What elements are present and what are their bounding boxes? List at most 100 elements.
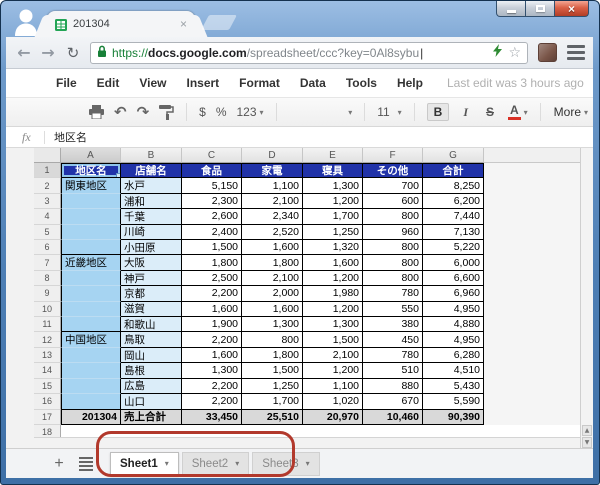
cell-value[interactable]: 1,200 <box>303 194 363 209</box>
cell-region[interactable] <box>61 302 121 317</box>
cell-value[interactable]: 2,100 <box>242 271 303 286</box>
column-header-D[interactable]: D <box>242 148 303 163</box>
minimize-button[interactable] <box>496 1 526 17</box>
cell-store[interactable]: 山口 <box>121 394 182 409</box>
scroll-down-icon[interactable]: ▼ <box>582 437 592 448</box>
italic-button[interactable]: I <box>459 105 472 120</box>
back-icon[interactable]: ← <box>12 43 36 62</box>
cell-value[interactable]: 1,200 <box>303 363 363 378</box>
cell-value[interactable]: 1,300 <box>303 178 363 193</box>
cell-value[interactable]: 1,600 <box>182 348 242 363</box>
menu-view[interactable]: View <box>139 76 166 90</box>
menu-insert[interactable]: Insert <box>186 76 219 90</box>
cell-value[interactable]: 2,300 <box>182 194 242 209</box>
cell-value[interactable]: 1,500 <box>303 332 363 347</box>
cell-value[interactable]: 1,600 <box>303 255 363 270</box>
cell-value[interactable]: 1,500 <box>242 363 303 378</box>
extension-icon[interactable] <box>538 43 557 62</box>
cell-value[interactable]: 5,220 <box>423 240 484 255</box>
cell-value[interactable]: 1,300 <box>303 317 363 332</box>
row-header-7[interactable]: 7 <box>34 255 61 270</box>
sheet-tab-sheet3[interactable]: Sheet3▾ <box>252 452 319 476</box>
add-sheet-button[interactable]: + <box>49 455 69 473</box>
cell-value[interactable]: 7,130 <box>423 225 484 240</box>
cell-value[interactable]: 1,800 <box>242 348 303 363</box>
browser-menu-icon[interactable] <box>567 45 585 60</box>
cell-value[interactable]: 800 <box>363 240 423 255</box>
cell-value[interactable]: 780 <box>363 348 423 363</box>
cell-region[interactable] <box>61 379 121 394</box>
cell-value[interactable]: 800 <box>242 332 303 347</box>
cell-value[interactable]: 800 <box>363 209 423 224</box>
chevron-down-icon[interactable]: ▾ <box>306 459 310 468</box>
cell-value[interactable]: 800 <box>363 255 423 270</box>
cell-total-label[interactable]: 売上合計 <box>121 410 182 425</box>
cell-value[interactable]: 1,300 <box>242 317 303 332</box>
menu-file[interactable]: File <box>56 76 77 90</box>
cell-value[interactable]: 2,200 <box>182 286 242 301</box>
refresh-icon[interactable]: ↻ <box>60 44 86 62</box>
cell-value[interactable]: 6,280 <box>423 348 484 363</box>
cell-value[interactable]: 550 <box>363 302 423 317</box>
percent-format-button[interactable]: % <box>216 105 227 119</box>
cell-value[interactable]: 6,000 <box>423 255 484 270</box>
selection-fill-handle[interactable] <box>116 173 121 178</box>
cell-value[interactable]: 1,900 <box>182 317 242 332</box>
address-bar[interactable]: https://docs.google.com/spreadsheet/ccc?… <box>90 42 528 64</box>
row-header-13[interactable]: 13 <box>34 348 61 363</box>
cell-value[interactable]: 1,600 <box>242 240 303 255</box>
sheet-list-icon[interactable] <box>79 457 93 471</box>
chevron-down-icon[interactable]: ▾ <box>165 459 169 468</box>
bookmark-star-icon[interactable]: ☆ <box>508 45 521 61</box>
cell-value[interactable]: 1,200 <box>303 302 363 317</box>
cell-value[interactable]: 670 <box>363 394 423 409</box>
cell-store[interactable]: 京都 <box>121 286 182 301</box>
cell-header-家電[interactable]: 家電 <box>242 163 303 178</box>
row-header-17[interactable]: 17 <box>34 410 61 425</box>
cell-total-value[interactable]: 10,460 <box>363 410 423 425</box>
cell-value[interactable]: 2,100 <box>242 194 303 209</box>
cell-header-店舗名[interactable]: 店舗名 <box>121 163 182 178</box>
row-header-11[interactable]: 11 <box>34 317 61 332</box>
cell-region[interactable] <box>61 317 121 332</box>
cell-region[interactable] <box>61 286 121 301</box>
cell-region[interactable]: 近畿地区 <box>61 255 121 270</box>
redo-icon[interactable]: ↷ <box>137 103 150 121</box>
cell-header-その他[interactable]: その他 <box>363 163 423 178</box>
sheet-tab-sheet1[interactable]: Sheet1▾ <box>110 452 179 476</box>
row-header-15[interactable]: 15 <box>34 379 61 394</box>
cell-region[interactable] <box>61 271 121 286</box>
cell-value[interactable]: 2,100 <box>303 348 363 363</box>
paint-format-icon[interactable] <box>159 105 174 120</box>
cell-value[interactable]: 2,200 <box>182 332 242 347</box>
cell-store[interactable]: 和歌山 <box>121 317 182 332</box>
cell-value[interactable]: 2,200 <box>182 379 242 394</box>
row-header-4[interactable]: 4 <box>34 209 61 224</box>
cell-value[interactable]: 2,520 <box>242 225 303 240</box>
cell-value[interactable]: 2,340 <box>242 209 303 224</box>
row-header-6[interactable]: 6 <box>34 240 61 255</box>
cell-value[interactable]: 1,700 <box>242 394 303 409</box>
cell-store[interactable]: 広島 <box>121 379 182 394</box>
cell-value[interactable]: 510 <box>363 363 423 378</box>
menu-format[interactable]: Format <box>239 76 280 90</box>
cell-value[interactable]: 2,500 <box>182 271 242 286</box>
cell-store[interactable]: 岡山 <box>121 348 182 363</box>
cell-value[interactable]: 6,960 <box>423 286 484 301</box>
column-header-C[interactable]: C <box>182 148 242 163</box>
cell-header-合計[interactable]: 合計 <box>423 163 484 178</box>
scroll-up-icon[interactable]: ▲ <box>582 425 592 436</box>
cell-store[interactable]: 小田原 <box>121 240 182 255</box>
row-header-8[interactable]: 8 <box>34 271 61 286</box>
cell-value[interactable]: 1,500 <box>182 240 242 255</box>
cell-value[interactable]: 450 <box>363 332 423 347</box>
row-header-9[interactable]: 9 <box>34 286 61 301</box>
column-header-B[interactable]: B <box>121 148 182 163</box>
undo-icon[interactable]: ↶ <box>114 103 127 121</box>
horizontal-scrollbar[interactable] <box>34 437 580 448</box>
cell-store[interactable]: 滋賀 <box>121 302 182 317</box>
cell-store[interactable]: 大阪 <box>121 255 182 270</box>
row-header-12[interactable]: 12 <box>34 332 61 347</box>
column-header-E[interactable]: E <box>303 148 363 163</box>
cell-value[interactable]: 2,200 <box>182 394 242 409</box>
